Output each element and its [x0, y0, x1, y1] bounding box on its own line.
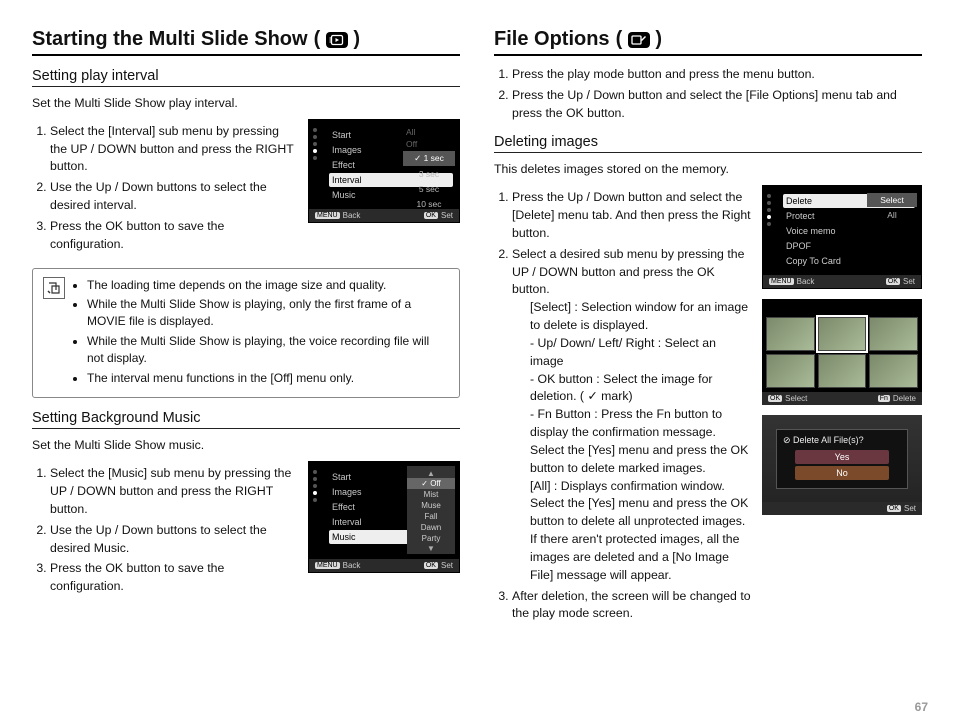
deleting-desc: This deletes images stored on the memory…	[494, 161, 922, 179]
left-column: Starting the Multi Slide Show ( ) Settin…	[32, 28, 460, 627]
lcd-delete-menu: Delete Protect Voice memo DPOF Copy To C…	[762, 185, 922, 289]
thumb-4	[766, 354, 815, 388]
right-title: File Options ( )	[494, 28, 922, 56]
lcd2-foot-right: OKSet	[424, 561, 453, 570]
lcdA-opt-select: Select	[867, 193, 917, 207]
thumb-6	[869, 354, 918, 388]
thumb-5	[818, 354, 867, 388]
select-bullet-nav: - Up/ Down/ Left/ Right : Select an imag…	[512, 335, 752, 371]
dialog-title: ⊘ Delete All File(s)?	[783, 435, 901, 446]
lcd1-foot-left: MENUBack	[315, 211, 360, 220]
interval-step-3: Press the OK button to save the configur…	[50, 218, 298, 254]
menu-button-chip: MENU	[315, 212, 340, 219]
note-4: The interval menu functions in the [Off]…	[87, 370, 449, 387]
select-bullet-ok: - OK button : Select the image for delet…	[512, 371, 752, 407]
left-title: Starting the Multi Slide Show ( )	[32, 28, 460, 56]
dialog-yes: Yes	[795, 450, 889, 464]
music-opt-party: Party	[422, 533, 441, 544]
slideshow-mode-icon: ( )	[314, 28, 360, 51]
note-box: The loading time depends on the image si…	[32, 268, 460, 399]
page-number: 67	[915, 700, 928, 714]
note-2: While the Multi Slide Show is playing, o…	[87, 296, 449, 330]
delete-step-2: Select a desired sub menu by pressing th…	[512, 246, 752, 585]
all-line: [All] : Displays confirmation window. Se…	[512, 478, 752, 585]
down-arrow-icon: ▼	[427, 544, 435, 553]
music-opt-off: Off	[407, 478, 455, 489]
left-title-text: Starting the Multi Slide Show	[32, 28, 308, 51]
lcd1-gray-off: Off	[403, 138, 455, 150]
music-opt-mist: Mist	[424, 489, 439, 500]
lcd-interval: Start Images Effect Interval Music All O…	[308, 119, 460, 223]
music-opt-fall: Fall	[425, 511, 438, 522]
file-intro-2: Press the Up / Down button and select th…	[512, 87, 922, 123]
bg-music-desc: Set the Multi Slide Show music.	[32, 437, 460, 455]
note-icon	[43, 277, 65, 299]
lcd-music: Start Images Effect Interval Music ▲ Off…	[308, 461, 460, 573]
note-1: The loading time depends on the image si…	[87, 277, 449, 294]
delete-steps: Press the Up / Down button and select th…	[494, 189, 752, 623]
interval-step-1: Select the [Interval] sub menu by pressi…	[50, 123, 298, 176]
interval-steps: Select the [Interval] sub menu by pressi…	[32, 123, 298, 254]
sub-bg-music: Setting Background Music	[32, 410, 460, 429]
file-tool-icon	[628, 32, 650, 48]
lcdA-copy: Copy To Card	[783, 254, 915, 268]
delete-step-3: After deletion, the screen will be chang…	[512, 588, 752, 624]
note-3: While the Multi Slide Show is playing, t…	[87, 333, 449, 367]
thumb-3	[869, 317, 918, 351]
right-title-text: File Options	[494, 28, 610, 51]
lcd1-opt-10sec: 10 sec	[403, 197, 455, 211]
lcd1-foot-right: OKSet	[424, 211, 453, 220]
lcd-delete-all-dialog: ⊘ Delete All File(s)? Yes No OKSet	[762, 415, 922, 515]
slideshow-tab-dot	[313, 149, 317, 153]
music-opt-muse: Muse	[421, 500, 441, 511]
music-step-1: Select the [Music] sub menu by pressing …	[50, 465, 298, 518]
delete-step-1: Press the Up / Down button and select th…	[512, 189, 752, 242]
dialog-no: No	[795, 466, 889, 480]
ok-button-chip: OK	[424, 212, 438, 219]
music-step-2: Use the Up / Down buttons to select the …	[50, 522, 298, 558]
select-bullet-fn: - Fn Button : Press the Fn button to dis…	[512, 406, 752, 477]
lcdA-opt-all: All	[867, 208, 917, 222]
lcd1-gray-all: All	[403, 126, 455, 138]
lcdA-voice: Voice memo	[783, 224, 915, 238]
delete-all-dialog: ⊘ Delete All File(s)? Yes No	[776, 429, 908, 489]
lcdA-side-dots	[767, 194, 771, 226]
lcd1-opt-5sec: 5 sec	[403, 182, 455, 196]
file-options-mode-icon: ( )	[616, 28, 662, 51]
thumb-1	[766, 317, 815, 351]
right-column: File Options ( ) Press the play mode but…	[494, 28, 922, 627]
sub-deleting: Deleting images	[494, 134, 922, 153]
lcd-thumbnail-select: OKSelect FnDelete	[762, 299, 922, 405]
lcd-side-dots	[313, 128, 317, 160]
interval-step-2: Use the Up / Down buttons to select the …	[50, 179, 298, 215]
music-opt-dawn: Dawn	[421, 522, 441, 533]
file-intro-steps: Press the play mode button and press the…	[494, 66, 922, 122]
music-steps: Select the [Music] sub menu by pressing …	[32, 465, 298, 596]
music-options-panel: ▲ Off Mist Muse Fall Dawn Party ▼	[407, 466, 455, 554]
play-interval-desc: Set the Multi Slide Show play interval.	[32, 95, 460, 113]
file-intro-1: Press the play mode button and press the…	[512, 66, 922, 84]
lcd2-foot-left: MENUBack	[315, 561, 360, 570]
lcd1-opt-1sec: 1 sec	[403, 151, 455, 166]
lcd2-side-dots	[313, 470, 317, 502]
lcdA-dpof: DPOF	[783, 239, 915, 253]
slideshow-icon	[326, 32, 348, 48]
lcd1-opt-3sec: 3 sec	[403, 167, 455, 181]
up-arrow-icon: ▲	[427, 469, 435, 478]
sub-play-interval: Setting play interval	[32, 68, 460, 87]
select-line: [Select] : Selection window for an image…	[512, 299, 752, 335]
thumb-2-selected	[818, 317, 867, 351]
music-step-3: Press the OK button to save the configur…	[50, 560, 298, 596]
